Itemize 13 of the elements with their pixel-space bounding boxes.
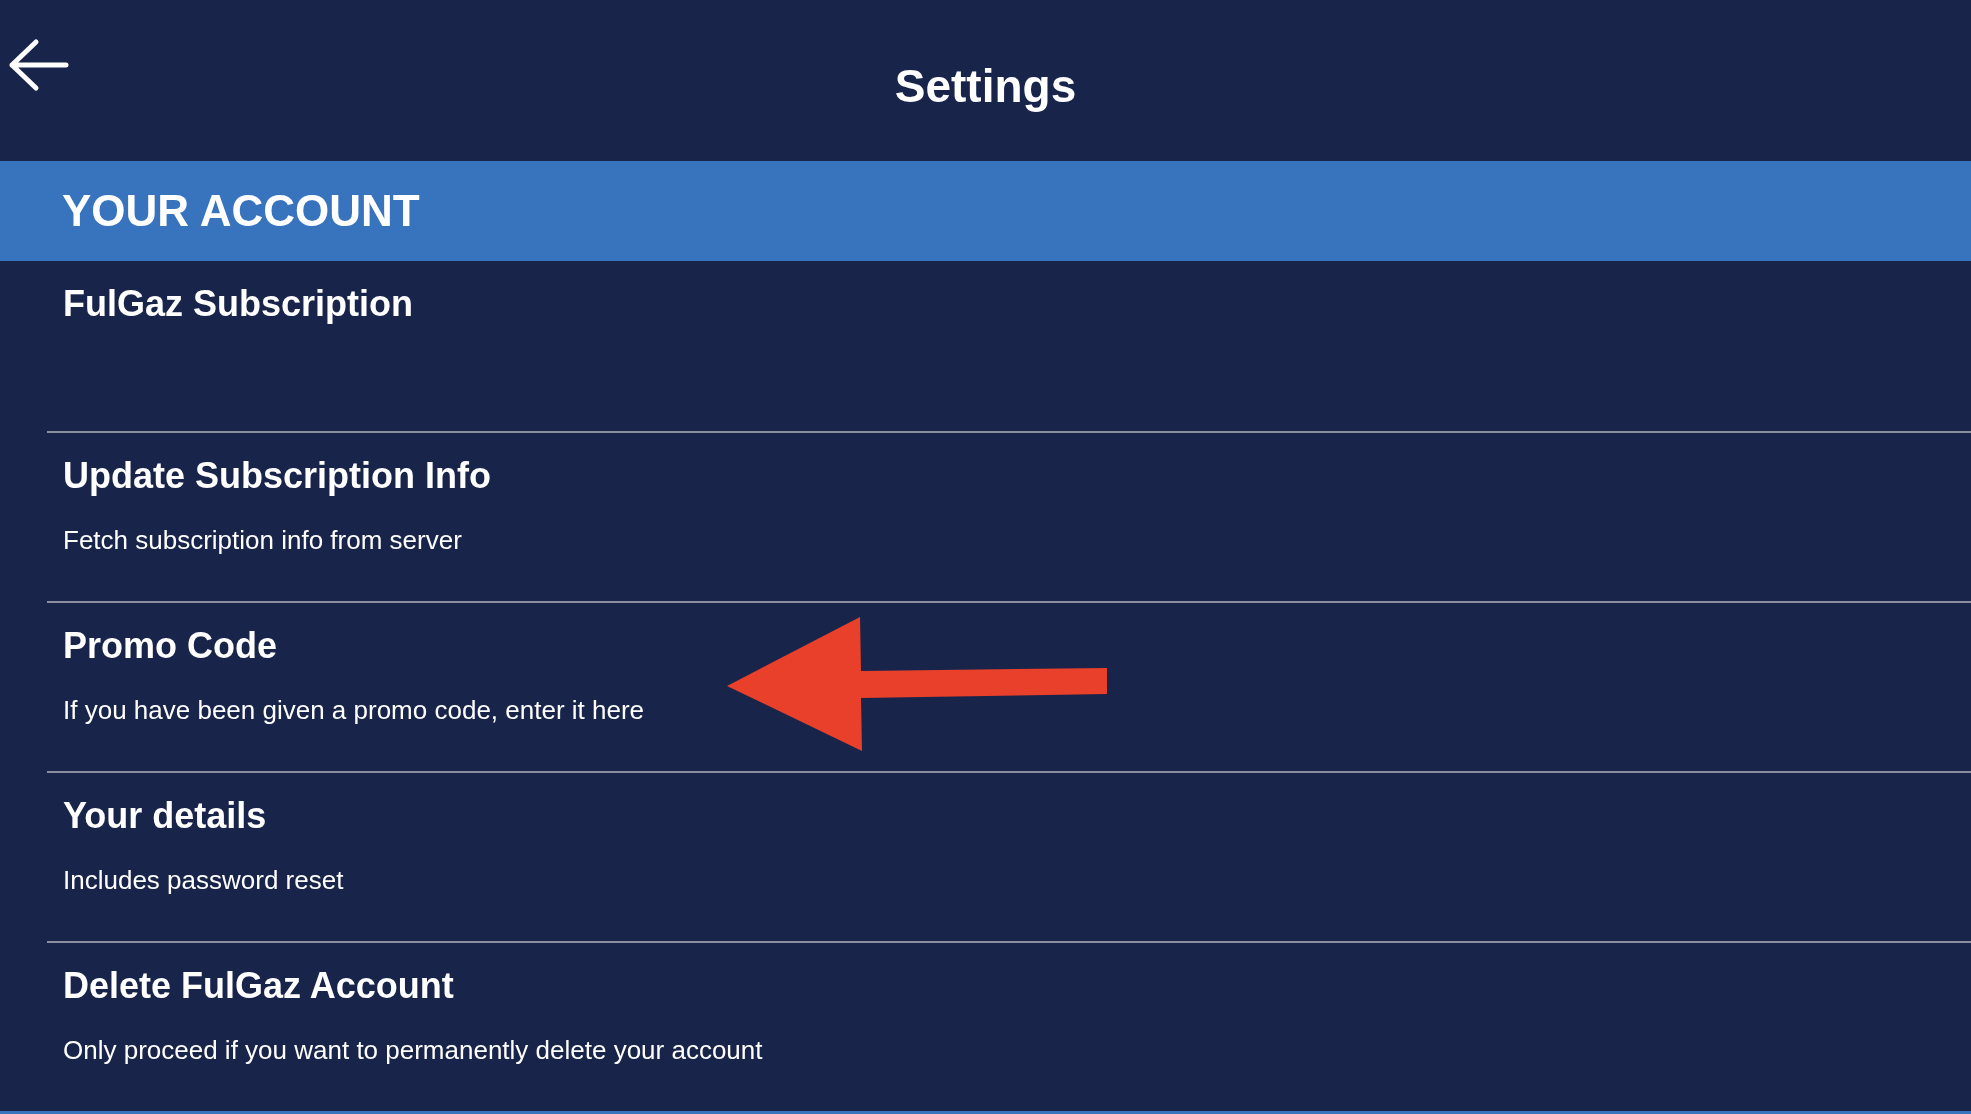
setting-description: Includes password reset — [63, 864, 344, 897]
page-title: Settings — [894, 59, 1077, 114]
setting-title: Delete FulGaz Account — [63, 964, 454, 1008]
setting-title: Your details — [63, 794, 267, 838]
setting-title: FulGaz Subscription — [63, 282, 413, 326]
setting-description: If you have been given a promo code, enter it here — [63, 694, 645, 727]
setting-title: Update Subscription Info — [63, 454, 491, 498]
back-button[interactable] — [8, 38, 70, 92]
setting-description: Fetch subscription info from server — [63, 524, 462, 557]
section-header: YOUR ACCOUNT — [0, 161, 1971, 261]
setting-description: Only proceed if you want to permanently delete your account — [63, 1034, 763, 1067]
setting-title: Promo Code — [63, 624, 277, 668]
back-arrow-icon — [8, 38, 70, 92]
